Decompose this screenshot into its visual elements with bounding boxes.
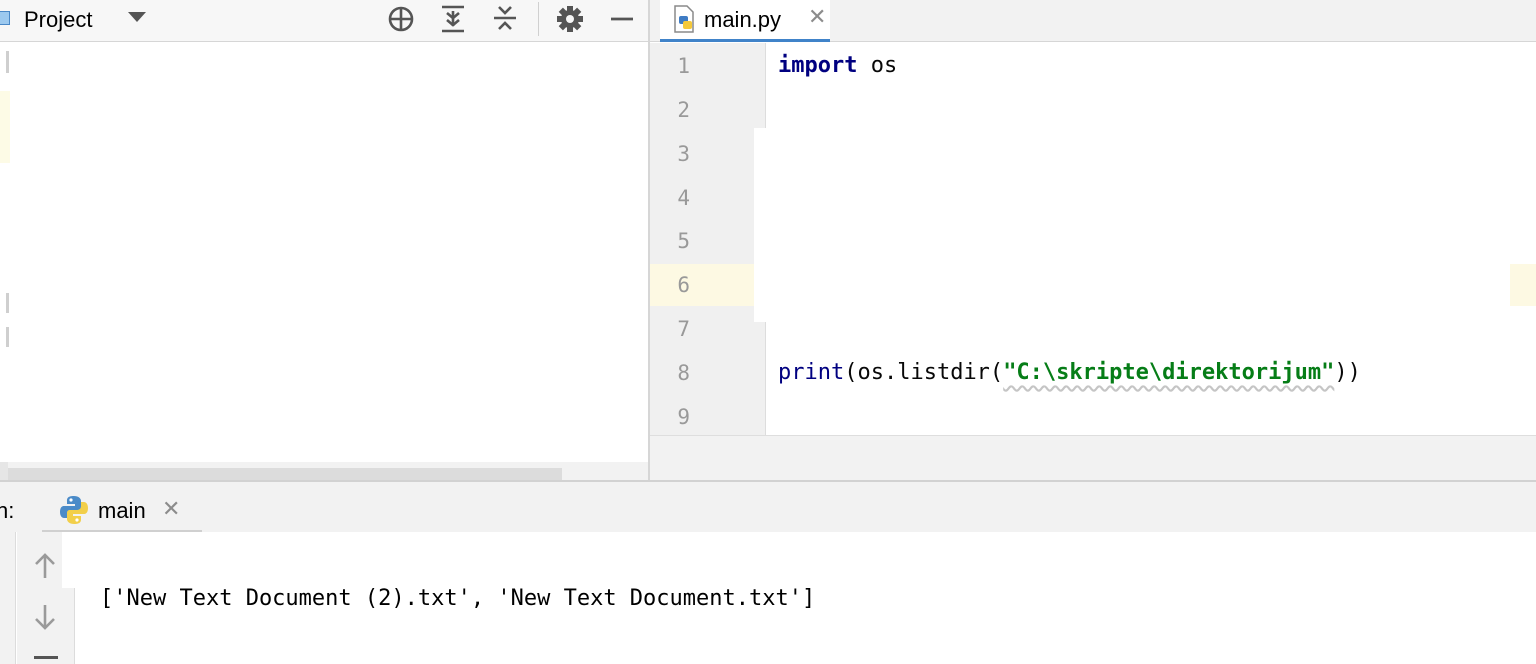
editor-tab-bar: main.py ✕	[650, 0, 1536, 42]
project-tree-area[interactable]	[0, 43, 648, 480]
module-name: os	[857, 53, 898, 78]
tab-main-py[interactable]: main.py ✕	[660, 0, 830, 42]
run-toolwindow-header: n: main ✕	[0, 482, 1536, 532]
python-icon	[58, 494, 90, 526]
project-icon	[0, 11, 10, 25]
locate-icon[interactable]	[384, 2, 418, 36]
line-number: 1	[677, 54, 690, 78]
dropdown-arrow-icon[interactable]	[128, 12, 146, 22]
minus-icon[interactable]	[34, 656, 58, 659]
run-left-strip	[0, 532, 16, 664]
code-line-8[interactable]: print(os.listdir("C:\skripte\direktoriju…	[778, 360, 1361, 385]
call-expression: (os.listdir(	[844, 360, 1004, 385]
keyword-import: import	[778, 53, 858, 78]
line-number: 3	[677, 142, 690, 166]
close-icon[interactable]: ✕	[162, 496, 180, 522]
line-number: 8	[677, 361, 690, 385]
tree-guide	[6, 293, 9, 313]
toolbar-separator	[538, 2, 539, 36]
run-tab-label: main	[98, 498, 146, 523]
arrow-up-icon[interactable]	[28, 549, 62, 583]
line-number: 2	[677, 98, 690, 122]
line-number: 7	[677, 317, 690, 341]
current-line-marker	[0, 91, 10, 163]
project-toolwindow-header: Project	[0, 0, 648, 42]
line-number: 4	[677, 186, 690, 210]
collapse-all-icon[interactable]	[488, 2, 522, 36]
code-line-1[interactable]: import os	[778, 53, 897, 78]
line-number: 5	[677, 229, 690, 253]
gear-icon[interactable]	[553, 2, 587, 36]
current-line-highlight-right	[1510, 264, 1536, 306]
tree-guide	[6, 51, 9, 73]
run-label: n:	[0, 498, 15, 523]
run-tab-main[interactable]: main ✕	[42, 494, 202, 532]
editor-empty-area	[650, 435, 1536, 481]
console-corner	[62, 532, 76, 588]
python-file-icon	[672, 5, 698, 33]
closing-parens: ))	[1334, 360, 1361, 385]
fold-area	[754, 128, 766, 322]
tree-guide	[6, 327, 9, 347]
line-number: 6	[677, 273, 690, 297]
line-number: 9	[677, 405, 690, 429]
scrollbar-edge	[0, 462, 8, 480]
tab-label: main.py	[704, 7, 782, 32]
project-title[interactable]: Project	[24, 7, 92, 33]
minimize-icon[interactable]	[605, 2, 639, 36]
builtin-print: print	[778, 360, 845, 385]
arrow-down-icon[interactable]	[28, 600, 62, 634]
expand-all-icon[interactable]	[436, 2, 470, 36]
console-output[interactable]: ['New Text Document (2).txt', 'New Text …	[100, 586, 815, 611]
scrollbar-thumb[interactable]	[8, 468, 562, 480]
string-literal: "C:\skripte\direktorijum"	[1003, 360, 1335, 385]
close-icon[interactable]: ✕	[808, 4, 826, 30]
